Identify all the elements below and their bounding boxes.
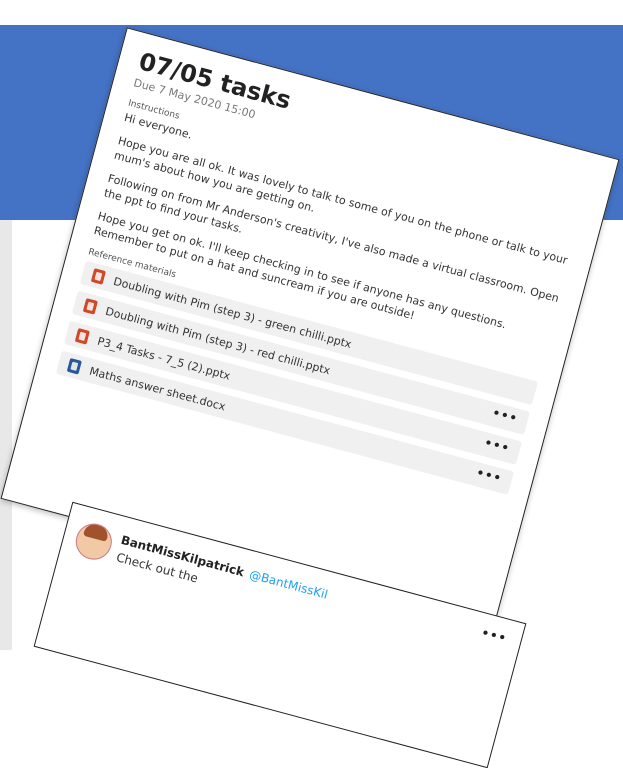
more-options-icon[interactable]: ••• <box>483 435 512 455</box>
powerpoint-file-icon <box>90 268 107 285</box>
powerpoint-file-icon <box>74 328 90 345</box>
avatar[interactable] <box>71 519 116 564</box>
left-sidebar-strip <box>0 220 12 650</box>
more-options-icon[interactable]: ••• <box>491 405 520 425</box>
powerpoint-file-icon <box>82 298 98 315</box>
more-options-icon[interactable]: ••• <box>475 465 504 485</box>
tweet-handle[interactable]: @BantMissKil <box>248 567 330 601</box>
word-file-icon <box>66 357 82 375</box>
more-options-icon[interactable]: ••• <box>480 625 509 645</box>
